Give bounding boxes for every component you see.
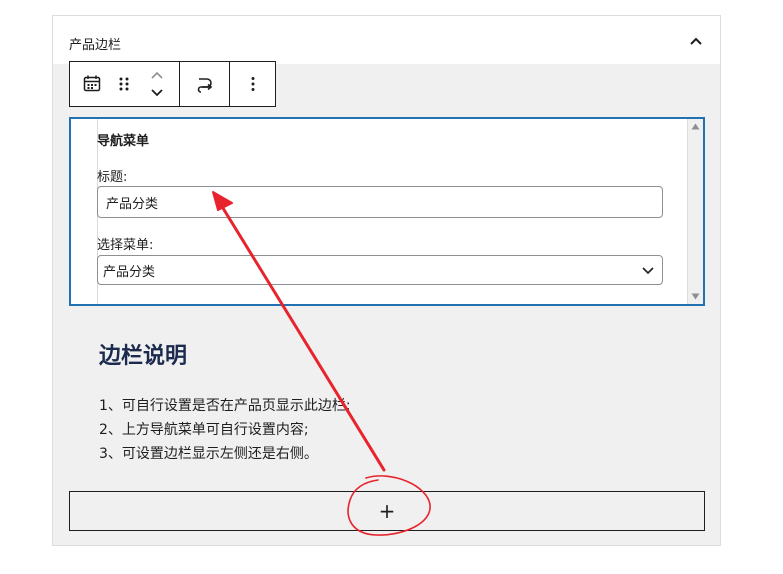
more-options-button[interactable]	[233, 64, 273, 104]
drag-handle-icon	[119, 77, 129, 91]
block-toolbar	[69, 61, 276, 107]
title-field[interactable]	[97, 186, 663, 218]
move-up-button[interactable]	[150, 66, 164, 84]
widget-form: 导航菜单 标题: 选择菜单: 产品分类	[85, 119, 675, 304]
description-line: 3、可设置边栏显示左侧还是右侧。	[99, 446, 318, 462]
panel-header[interactable]: 产品边栏	[53, 16, 720, 64]
plus-icon: +	[378, 499, 396, 523]
transform-icon	[197, 78, 212, 93]
description-line: 1、可自行设置是否在产品页显示此边栏;	[99, 398, 351, 414]
move-down-button[interactable]	[150, 84, 164, 102]
widget-title: 导航菜单	[97, 134, 150, 149]
sidebar-description-heading: 边栏说明	[99, 344, 188, 369]
widget-scrollbar[interactable]	[687, 119, 703, 304]
chevron-up-icon	[690, 37, 702, 45]
navigation-menu-widget[interactable]: 导航菜单 标题: 选择菜单: 产品分类	[69, 117, 705, 306]
chevron-down-icon	[642, 267, 654, 275]
transform-button[interactable]	[185, 64, 225, 104]
menu-select-value: 产品分类	[103, 264, 156, 280]
drag-handle[interactable]	[114, 64, 134, 104]
scroll-down-icon[interactable]	[691, 293, 700, 300]
description-line: 2、上方导航菜单可自行设置内容;	[99, 422, 309, 438]
move-down-icon	[151, 89, 163, 97]
scroll-up-icon[interactable]	[691, 123, 700, 130]
collapse-button[interactable]	[684, 29, 708, 53]
block-mover	[143, 64, 171, 104]
menu-select[interactable]: 产品分类	[97, 255, 663, 285]
sidebar-description-list: 1、可自行设置是否在产品页显示此边栏; 2、上方导航菜单可自行设置内容; 3、可…	[99, 394, 351, 466]
block-type-button[interactable]	[78, 64, 106, 104]
title-field-label: 标题:	[97, 170, 128, 185]
panel-title: 产品边栏	[69, 38, 122, 53]
menu-select-label: 选择菜单:	[97, 238, 154, 253]
product-sidebar-panel: 产品边栏 导航菜单 标题: 产品分类 选择菜单: 产品分类 边栏说明 1、可自行…	[52, 15, 721, 546]
add-block-button[interactable]: +	[69, 491, 705, 531]
move-up-icon	[151, 71, 163, 79]
calendar-icon	[83, 75, 101, 92]
more-options-icon	[251, 77, 254, 91]
